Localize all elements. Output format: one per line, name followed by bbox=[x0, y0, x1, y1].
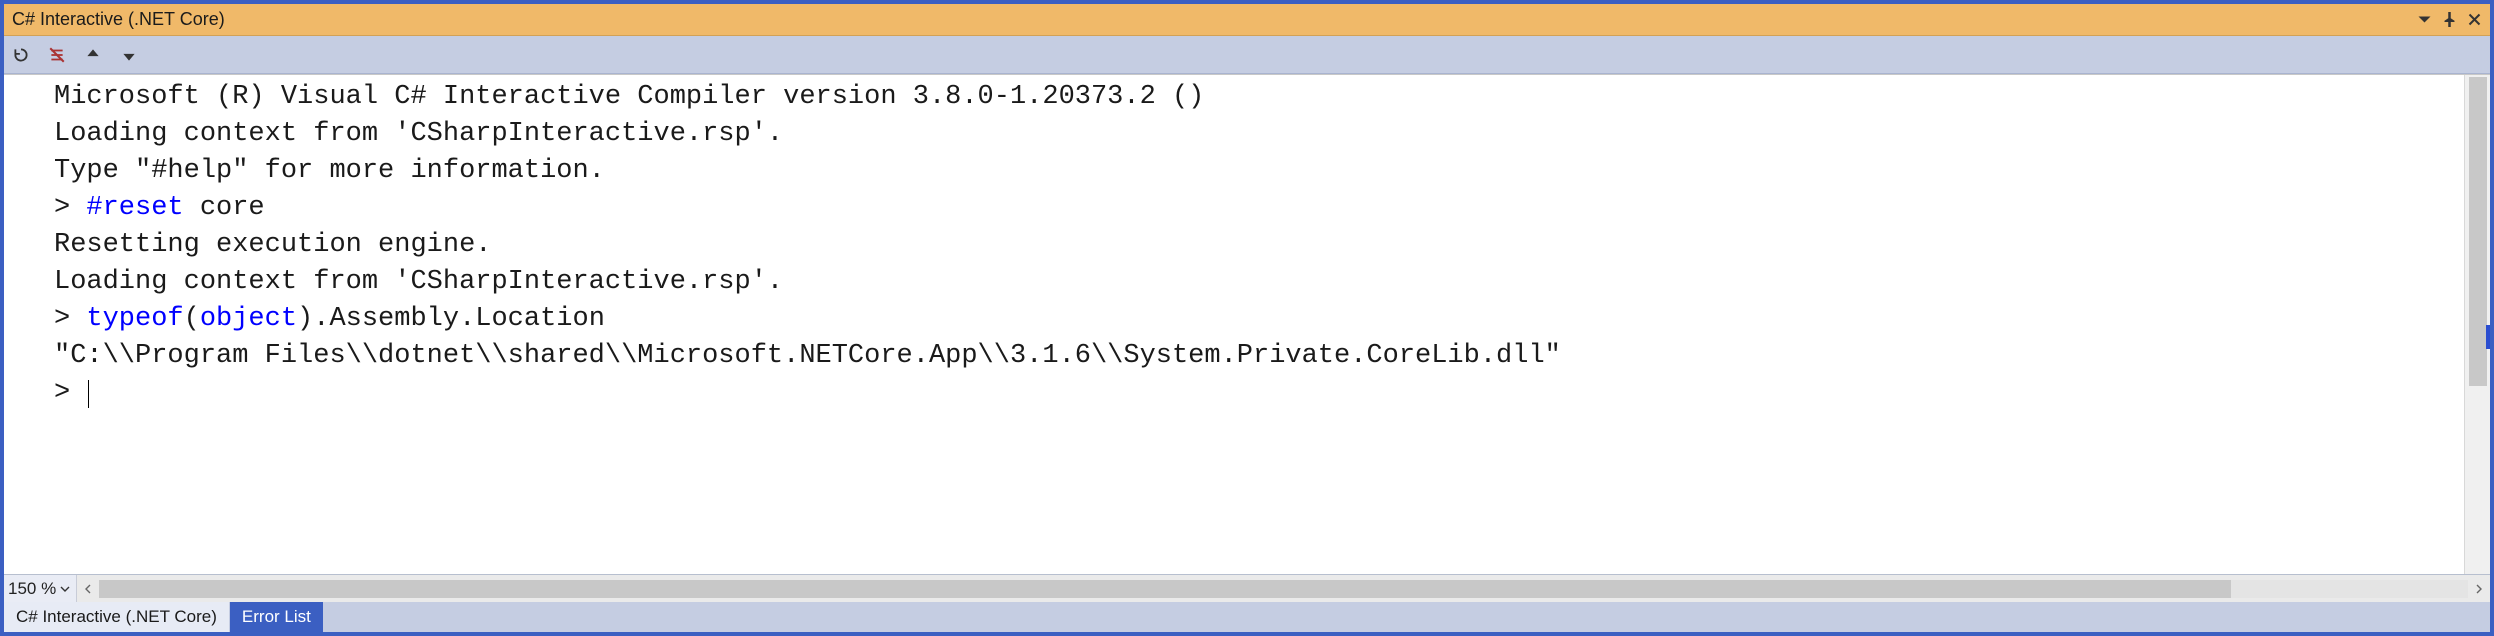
horizontal-scrollbar[interactable] bbox=[77, 575, 2490, 602]
scrollbar-caret-marker bbox=[2486, 325, 2490, 349]
title-bar: C# Interactive (.NET Core) bbox=[4, 4, 2490, 36]
console-line: > #reset core bbox=[54, 190, 2464, 227]
history-next-button[interactable] bbox=[118, 44, 140, 66]
footer-bar: 150 % bbox=[4, 574, 2490, 602]
code-segment: object bbox=[200, 304, 297, 334]
code-segment: #reset bbox=[86, 193, 183, 223]
horizontal-scrollbar-thumb[interactable] bbox=[99, 580, 2231, 598]
console-line: Loading context from 'CSharpInteractive.… bbox=[54, 116, 2464, 153]
chevron-down-icon bbox=[60, 584, 70, 594]
toolbar bbox=[4, 36, 2490, 74]
horizontal-scrollbar-track[interactable] bbox=[99, 580, 2468, 598]
code-segment: ).Assembly.Location bbox=[297, 304, 605, 334]
console-output[interactable]: Microsoft (R) Visual C# Interactive Comp… bbox=[4, 75, 2464, 574]
clear-button[interactable] bbox=[46, 44, 68, 66]
vertical-scrollbar[interactable] bbox=[2464, 75, 2490, 574]
console-line: Microsoft (R) Visual C# Interactive Comp… bbox=[54, 79, 2464, 116]
window-title: C# Interactive (.NET Core) bbox=[12, 9, 2417, 30]
tab-error-list[interactable]: Error List bbox=[230, 602, 324, 632]
console-line: > typeof(object).Assembly.Location bbox=[54, 301, 2464, 338]
close-icon[interactable] bbox=[2467, 12, 2482, 27]
scroll-left-arrow-icon[interactable] bbox=[77, 575, 99, 602]
console-line: Type "#help" for more information. bbox=[54, 153, 2464, 190]
bottom-tab-strip: C# Interactive (.NET Core) Error List bbox=[4, 602, 2490, 632]
code-segment: typeof bbox=[86, 304, 183, 334]
console-line: "C:\\Program Files\\dotnet\\shared\\Micr… bbox=[54, 338, 2464, 375]
console-panel: Microsoft (R) Visual C# Interactive Comp… bbox=[4, 74, 2490, 574]
console-line: Loading context from 'CSharpInteractive.… bbox=[54, 264, 2464, 301]
window-options-dropdown-icon[interactable] bbox=[2417, 12, 2432, 27]
prompt-marker: > bbox=[54, 193, 86, 223]
scroll-right-arrow-icon[interactable] bbox=[2468, 575, 2490, 602]
pin-icon[interactable] bbox=[2442, 12, 2457, 27]
history-previous-button[interactable] bbox=[82, 44, 104, 66]
prompt-marker: > bbox=[54, 378, 86, 408]
zoom-value: 150 % bbox=[8, 579, 56, 599]
reset-button[interactable] bbox=[10, 44, 32, 66]
zoom-dropdown[interactable]: 150 % bbox=[4, 575, 77, 602]
input-caret bbox=[88, 380, 89, 408]
code-segment: core bbox=[184, 193, 265, 223]
vertical-scrollbar-thumb[interactable] bbox=[2469, 77, 2487, 386]
tab-csharp-interactive[interactable]: C# Interactive (.NET Core) bbox=[4, 602, 230, 632]
console-line: > bbox=[54, 375, 2464, 412]
prompt-marker: > bbox=[54, 304, 86, 334]
code-segment: ( bbox=[184, 304, 200, 334]
console-line: Resetting execution engine. bbox=[54, 227, 2464, 264]
window-controls bbox=[2417, 12, 2482, 27]
